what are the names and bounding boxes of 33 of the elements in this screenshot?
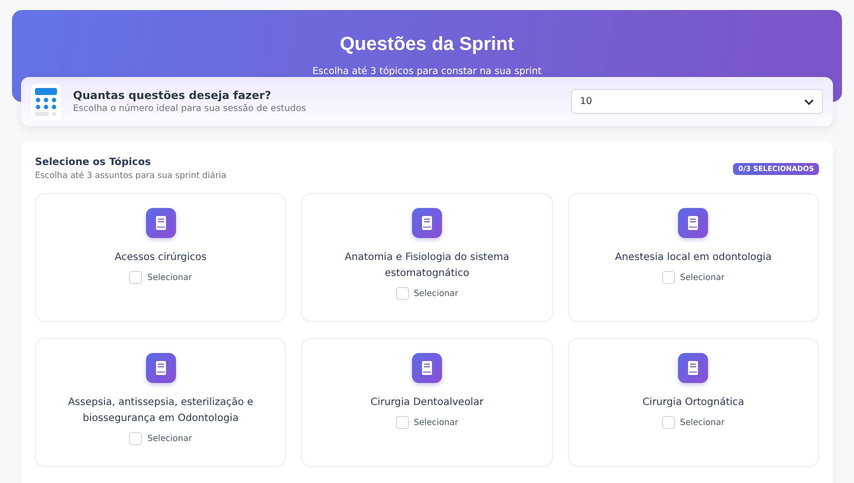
select-checkbox[interactable]: Selecionar <box>129 271 192 284</box>
page-title: Questões da Sprint <box>338 34 516 56</box>
book-icon <box>678 208 708 238</box>
select-checkbox[interactable]: Selecionar <box>662 416 725 429</box>
book-icon <box>678 353 708 383</box>
topic-card[interactable]: Cirurgia Dentoalveolar Selecionar <box>301 338 553 467</box>
topic-name: Cirurgia Dentoalveolar <box>370 396 484 410</box>
book-icon <box>412 208 442 238</box>
question-count-title: Quantas questões deseja fazer? <box>73 89 272 102</box>
topic-name: Anestesia local em odontologia <box>614 251 773 265</box>
topic-name: Acessos cirúrgicos <box>114 251 208 265</box>
topic-card[interactable]: Anatomia e Fisiologia do sistema estomatognático Selecionar <box>301 193 553 322</box>
topic-card[interactable]: Anestesia local em odontologia Selecionar <box>568 193 819 322</box>
topic-card[interactable]: Assepsia, antissepsia, esterilização e biossegurança em Odontologia Selecionar <box>35 338 286 467</box>
book-icon <box>412 353 442 383</box>
topics-subtitle: Escolha até 3 assuntos para sua sprint diária <box>35 171 226 181</box>
topic-name: Cirurgia Ortognática <box>641 396 746 410</box>
topic-name: Anatomia e Fisiologia do sistema estomatognático <box>344 251 510 281</box>
page-subtitle: Escolha até 3 tópicos para constar na sua sprint <box>311 66 543 77</box>
book-icon <box>146 353 176 383</box>
question-count-subtitle: Escolha o número ideal para sua sessão de estudos <box>73 104 308 114</box>
select-checkbox[interactable]: Selecionar <box>396 287 458 300</box>
topic-name: Assepsia, antissepsia, esterilização e biossegurança em Odontologia <box>67 396 254 426</box>
select-checkbox[interactable]: Selecionar <box>396 416 458 429</box>
calculator-icon <box>31 84 61 120</box>
book-icon <box>146 208 176 238</box>
select-checkbox[interactable]: Selecionar <box>129 432 192 445</box>
topics-title: Selecione os Tópicos <box>35 157 152 168</box>
chevron-down-icon <box>804 98 814 104</box>
topic-card[interactable]: Acessos cirúrgicos Selecionar <box>35 193 286 322</box>
question-count-select[interactable]: 10 <box>571 89 823 114</box>
select-checkbox[interactable]: Selecionar <box>662 271 725 284</box>
topic-card[interactable]: Cirurgia Ortognática Selecionar <box>568 338 819 467</box>
